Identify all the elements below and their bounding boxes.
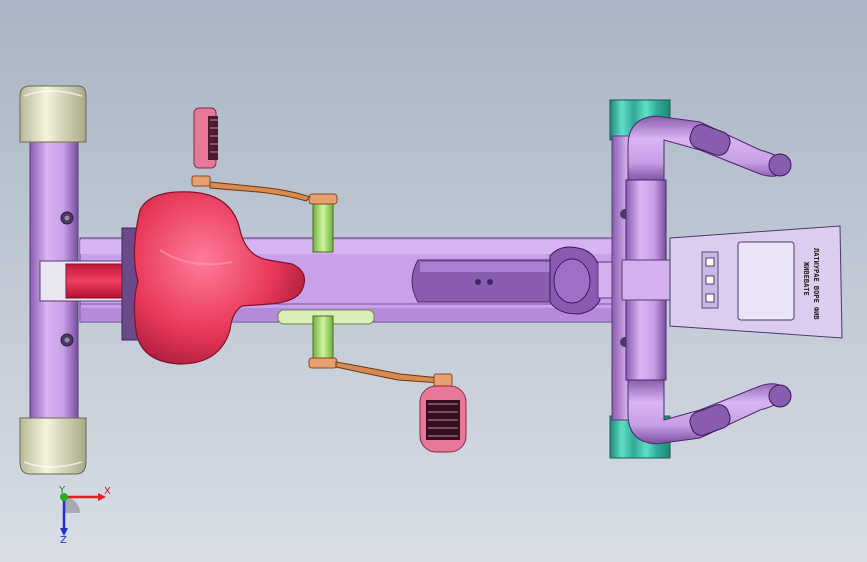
console-label-1: ЖИВЕВАТЕ (802, 262, 810, 296)
y-axis-label: Y (58, 485, 66, 496)
cad-viewport[interactable]: ЖИВЕВАТЕ ЛАТИУРАЕ ВОРЕ ФИВ X Y Z (0, 0, 867, 562)
rear-end-cap-bottom (19, 417, 87, 475)
z-axis-label: Z (60, 535, 67, 546)
bike-model: ЖИВЕВАТЕ ЛАТИУРАЕ ВОРЕ ФИВ X Y Z (19, 85, 843, 546)
console: ЖИВЕВАТЕ ЛАТИУРАЕ ВОРЕ ФИВ (669, 225, 843, 339)
crank-arm-bottom (335, 361, 441, 384)
crank-arm-top (209, 181, 311, 202)
console-screen (737, 241, 795, 321)
seat (121, 191, 305, 365)
console-label-2: ЛАТИУРАЕ ВОРЕ ФИВ (812, 248, 820, 320)
coordinate-triad: X Y Z (58, 485, 111, 546)
x-axis-label: X (104, 486, 111, 497)
